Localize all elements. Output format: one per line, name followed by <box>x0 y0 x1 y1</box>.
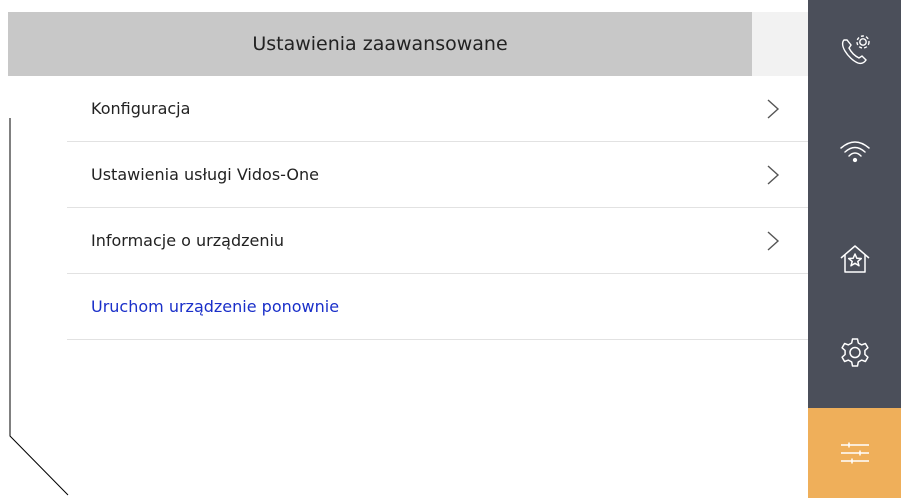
menu-item-label: Konfiguracja <box>91 99 191 118</box>
home-star-icon <box>840 245 869 273</box>
screen: Ustawienia zaawansowane Konfiguracja Ust… <box>0 0 901 498</box>
chevron-right-icon <box>767 98 780 119</box>
menu-item-restart-device[interactable]: Uruchom urządzenie ponownie <box>67 274 808 340</box>
sidebar-item-advanced[interactable] <box>808 408 901 498</box>
wifi-icon <box>839 141 870 163</box>
sidebar-item-settings[interactable] <box>808 308 901 398</box>
settings-menu: Konfiguracja Ustawienia usługi Vidos-One… <box>67 76 808 340</box>
chevron-right-icon <box>767 164 780 185</box>
gear-icon <box>840 338 869 367</box>
menu-item-label: Informacje o urządzeniu <box>91 231 285 250</box>
sidebar-item-home[interactable] <box>808 214 901 304</box>
menu-item-vidos-one-settings[interactable]: Ustawienia usługi Vidos-One <box>67 142 808 208</box>
page-title-bar: Ustawienia zaawansowane <box>8 12 752 76</box>
menu-item-configuration[interactable]: Konfiguracja <box>67 76 808 142</box>
header-extension <box>752 12 808 76</box>
sliders-icon <box>840 442 869 464</box>
menu-item-label: Ustawienia usługi Vidos-One <box>91 165 319 184</box>
menu-item-label: Uruchom urządzenie ponownie <box>91 297 340 316</box>
sidebar-item-wifi[interactable] <box>808 107 901 197</box>
chevron-right-icon <box>767 230 780 251</box>
call-settings-icon <box>841 35 870 65</box>
menu-item-device-info[interactable]: Informacje o urządzeniu <box>67 208 808 274</box>
sidebar <box>808 0 901 498</box>
sidebar-item-call-settings[interactable] <box>808 5 901 95</box>
page-title: Ustawienia zaawansowane <box>252 33 508 55</box>
